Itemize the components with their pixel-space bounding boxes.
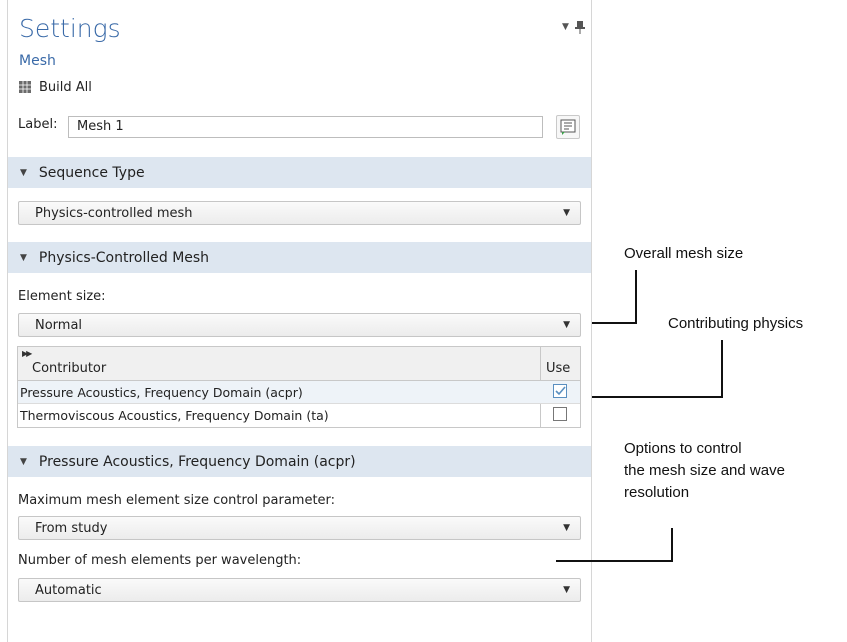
section-sequence-type[interactable]: ▼ Sequence Type	[8, 157, 591, 188]
column-header-use[interactable]: Use	[546, 361, 570, 376]
sequence-type-select[interactable]: Physics-controlled mesh ▼	[18, 201, 581, 225]
label-input[interactable]: Mesh 1	[68, 116, 543, 138]
element-size-label: Element size:	[18, 289, 106, 304]
contributor-cell: Thermoviscous Acoustics, Frequency Domai…	[20, 408, 329, 423]
max-size-label: Maximum mesh element size control parame…	[18, 493, 336, 508]
annotation-overall-mesh-size: Overall mesh size	[624, 245, 744, 262]
build-all-label: Build All	[39, 79, 92, 95]
contributor-table: ▶▶ Contributor Use Pressure Acoustics, F…	[17, 346, 581, 428]
callout-line	[635, 270, 637, 323]
expand-triangle-icon: ▼	[20, 456, 27, 467]
expand-columns-icon[interactable]: ▶▶	[22, 349, 32, 358]
node-subtitle: Mesh	[19, 53, 56, 69]
label-edit-icon	[560, 119, 576, 135]
annotation-options-line3: resolution	[624, 484, 690, 501]
section-title: Pressure Acoustics, Frequency Domain (ac…	[38, 453, 356, 470]
section-title: Physics-Controlled Mesh	[38, 249, 210, 266]
callout-line	[592, 396, 723, 398]
element-size-select[interactable]: Normal ▼	[18, 313, 581, 337]
table-row[interactable]: Thermoviscous Acoustics, Frequency Domai…	[18, 404, 580, 426]
callout-line	[721, 340, 723, 398]
select-value: Physics-controlled mesh	[35, 205, 193, 221]
use-checkbox[interactable]	[553, 407, 567, 421]
pin-icon[interactable]	[575, 20, 585, 34]
table-header: ▶▶ Contributor Use	[18, 347, 580, 381]
dropdown-arrow-icon: ▼	[563, 208, 570, 218]
table-row[interactable]: Pressure Acoustics, Frequency Domain (ac…	[18, 381, 580, 404]
max-size-select[interactable]: From study ▼	[18, 516, 581, 540]
dropdown-arrow-icon: ▼	[563, 585, 570, 595]
select-value: From study	[35, 520, 108, 536]
dropdown-arrow-icon: ▼	[563, 320, 570, 330]
column-header-contributor[interactable]: Contributor	[32, 361, 106, 376]
select-value: Normal	[35, 317, 83, 333]
check-icon	[555, 386, 566, 396]
annotation-options-line1: Options to control	[624, 440, 742, 457]
panel-menu-arrow-icon[interactable]: ▼	[562, 22, 569, 32]
callout-line	[556, 560, 673, 562]
annotation-contributing-physics: Contributing physics	[668, 315, 804, 332]
section-pressure-acoustics[interactable]: ▼ Pressure Acoustics, Frequency Domain (…	[8, 446, 591, 477]
label-field-label: Label:	[18, 117, 58, 132]
section-title: Sequence Type	[38, 164, 145, 181]
use-checkbox[interactable]	[553, 384, 567, 398]
elements-per-wavelength-select[interactable]: Automatic ▼	[18, 578, 581, 602]
expand-triangle-icon: ▼	[20, 167, 27, 178]
page-title: Settings	[19, 14, 121, 43]
label-edit-button[interactable]	[556, 115, 580, 139]
callout-line	[671, 528, 673, 562]
section-physics-controlled-mesh[interactable]: ▼ Physics-Controlled Mesh	[8, 242, 591, 273]
build-all-icon	[19, 81, 31, 93]
settings-panel: Settings ▼ Mesh Build All Label: Mesh 1 …	[7, 0, 592, 642]
dropdown-arrow-icon: ▼	[563, 523, 570, 533]
elements-per-wavelength-label: Number of mesh elements per wavelength:	[18, 553, 302, 568]
build-all-button[interactable]: Build All	[19, 78, 92, 96]
annotation-options-line2: the mesh size and wave	[624, 462, 785, 479]
select-value: Automatic	[35, 582, 102, 598]
callout-line	[592, 322, 637, 324]
contributor-cell: Pressure Acoustics, Frequency Domain (ac…	[20, 385, 303, 400]
expand-triangle-icon: ▼	[20, 252, 27, 263]
